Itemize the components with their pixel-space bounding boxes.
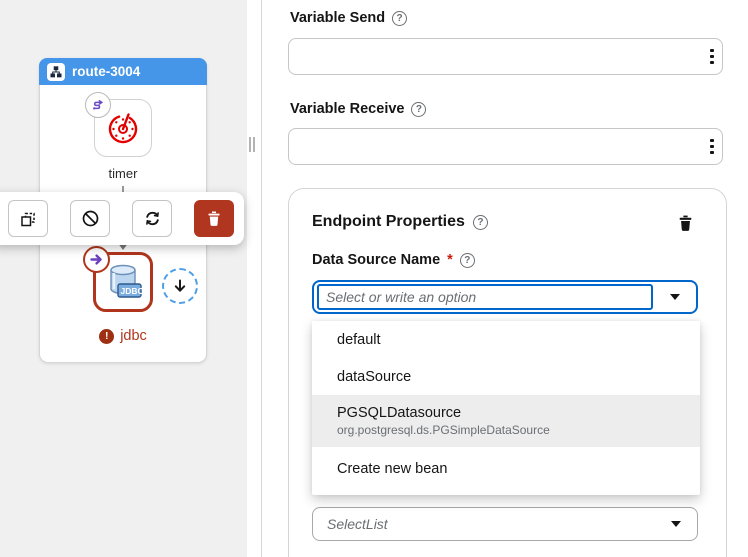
arrow-badge-icon — [83, 246, 110, 273]
copy-icon — [21, 212, 35, 226]
option-pgsql-datasource[interactable]: PGSQLDatasource org.postgresql.ds.PGSimp… — [312, 395, 700, 447]
node-toolbar — [0, 192, 244, 245]
select-list-combobox — [312, 507, 698, 541]
delete-button[interactable] — [194, 200, 234, 237]
ban-icon — [82, 210, 98, 227]
error-icon: ! — [99, 328, 115, 344]
combobox-text-wrapper — [317, 284, 653, 310]
trash-icon — [679, 215, 691, 231]
required-asterisk: * — [447, 252, 453, 268]
help-icon[interactable]: ? — [392, 10, 408, 26]
arrow-down-icon — [174, 279, 186, 292]
chevron-down-icon — [671, 521, 681, 527]
help-icon[interactable]: ? — [411, 101, 427, 117]
variable-receive-input[interactable] — [288, 128, 723, 165]
disable-button[interactable] — [70, 200, 110, 237]
select-list-input[interactable] — [313, 508, 697, 540]
option-create-new-bean[interactable]: Create new bean — [312, 447, 700, 491]
help-icon[interactable]: ? — [459, 252, 475, 268]
route-icon — [47, 62, 65, 81]
jdbc-icon: JDBC — [110, 264, 144, 298]
variable-receive-kebab-button[interactable] — [703, 128, 721, 165]
variable-send-kebab-button[interactable] — [703, 38, 721, 75]
route-title: route-3004 — [72, 64, 141, 79]
option-default[interactable]: default — [312, 321, 700, 358]
data-source-name-label: Data Source Name * ? — [312, 252, 475, 268]
jdbc-label-text: jdbc — [120, 328, 147, 344]
route-header[interactable]: route-3004 — [39, 58, 207, 85]
select-list-toggle-button[interactable] — [661, 509, 691, 539]
flow-canvas: route-3004 timer JDBC ! jdbc — [0, 0, 247, 557]
flow-badge-icon — [85, 92, 111, 118]
data-source-dropdown-menu: default dataSource PGSQLDatasource org.p… — [312, 321, 700, 495]
variable-send-input[interactable] — [288, 38, 723, 75]
trash-icon — [208, 211, 220, 226]
chevron-down-icon — [670, 294, 680, 300]
jdbc-label: ! jdbc — [39, 328, 207, 344]
timer-label: timer — [108, 166, 138, 181]
copy-button[interactable] — [8, 200, 48, 237]
variable-send-label: Variable Send ? — [290, 10, 408, 26]
endpoint-properties-title: Endpoint Properties ? — [312, 213, 488, 231]
svg-text:JDBC: JDBC — [121, 286, 144, 296]
data-source-input[interactable] — [319, 286, 651, 308]
add-step-button[interactable] — [162, 268, 198, 304]
help-icon[interactable]: ? — [472, 214, 488, 230]
refresh-button[interactable] — [132, 200, 172, 237]
option-description: org.postgresql.ds.PGSimpleDataSource — [337, 423, 550, 437]
panel-resize-handle[interactable] — [249, 137, 255, 152]
combobox-toggle-button[interactable] — [660, 282, 690, 312]
endpoint-delete-button[interactable] — [674, 212, 696, 234]
data-source-combobox — [312, 280, 698, 314]
variable-receive-label: Variable Receive ? — [290, 101, 427, 117]
app: route-3004 timer JDBC ! jdbc Variable Se… — [0, 0, 748, 557]
refresh-icon — [145, 211, 159, 226]
option-datasource[interactable]: dataSource — [312, 358, 700, 395]
